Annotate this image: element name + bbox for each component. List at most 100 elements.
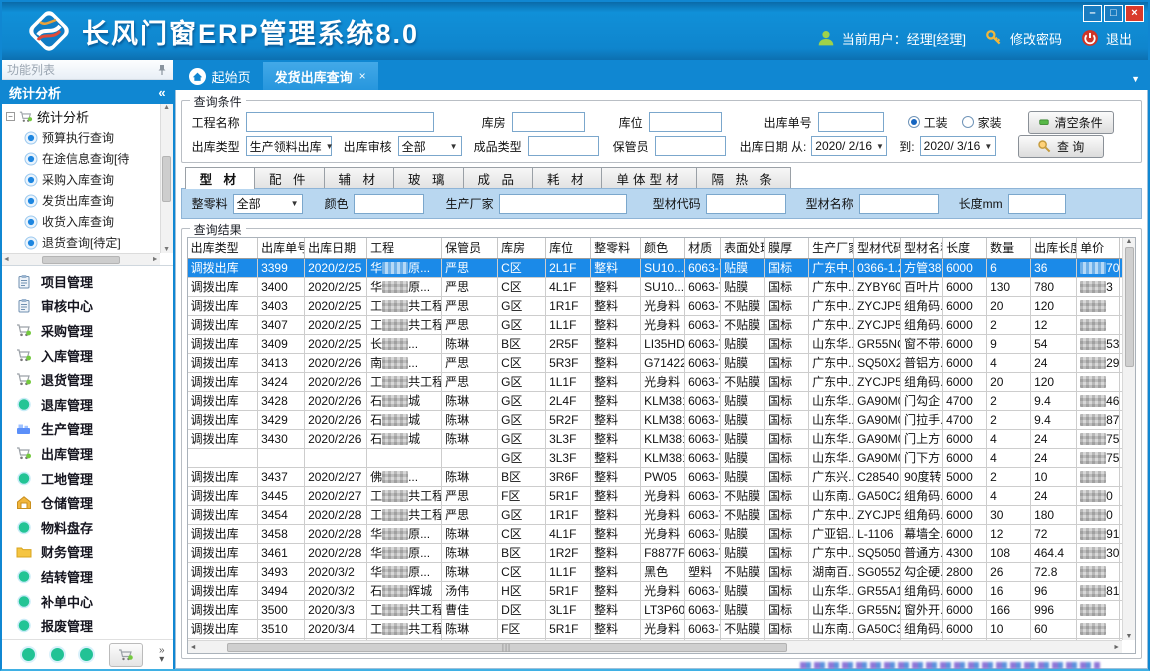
column-header[interactable]: 整零料 [591,238,641,258]
tree-root-stats[interactable]: −统计分析 [4,106,160,127]
column-header[interactable]: 膜厚 [765,238,809,258]
pin-icon[interactable] [156,64,168,76]
cart-toolbar-button[interactable] [109,643,143,667]
column-header[interactable]: 生产厂家 [809,238,854,258]
material-tab[interactable]: 配 件 [254,167,324,188]
grid-vscrollbar[interactable]: ▲▼ [1122,238,1135,640]
clear-conditions-button[interactable]: 清空条件 [1028,111,1114,134]
table-row[interactable]: 调拨出库35102020/3/4工共工程陈琳F区5R1F整料光身料6063-T5… [188,619,1122,638]
sidebar-menu-item[interactable]: 退货管理 [2,367,173,392]
sidebar-menu-item[interactable]: 工地管理 [2,466,173,491]
warehouse-input[interactable] [512,112,585,132]
length-input[interactable] [1008,194,1066,214]
table-row[interactable]: 调拨出库34302020/2/26石城陈琳G区3L3F整料KLM38176063… [188,429,1122,448]
table-row[interactable]: 调拨出库34932020/3/2华原...陈琳C区1L1F整料黑色塑料不贴膜国标… [188,562,1122,581]
tree-item[interactable]: 收货入库查询 [4,211,160,232]
sidebar-menu-item[interactable]: 审核中心 [2,294,173,319]
table-row[interactable]: 调拨出库34612020/2/28华原...陈琳B区1R2F整料F8877FT6… [188,543,1122,562]
tree-vscrollbar[interactable]: ▲▼ [160,104,173,253]
grid-hscrollbar[interactable]: ◄|||► [188,640,1122,653]
column-header[interactable]: 材质 [685,238,721,258]
whole-part-select[interactable]: 全部▼ [233,194,303,214]
sidebar-menu-item[interactable]: 物料盘存 [2,515,173,540]
tree-item[interactable]: 发货出库查询 [4,190,160,211]
column-header[interactable]: 出库长度 [1031,238,1077,258]
sidebar-menu-item[interactable]: 补单中心 [2,589,173,614]
logout-link[interactable]: 退出 [1106,29,1132,48]
sidebar-menu-item[interactable]: 结转管理 [2,564,173,589]
status-dot-icon[interactable] [22,648,35,661]
change-password-link[interactable]: 修改密码 [1010,29,1062,48]
table-row[interactable]: G区3L3F整料KLM38176063-T5贴膜国标山东华...GA90M09.… [188,448,1122,467]
keeper-input[interactable] [655,136,726,156]
tabbar-dropdown-icon[interactable]: ▼ [1131,74,1140,84]
collapse-icon[interactable]: « [158,85,165,100]
column-header[interactable]: 长度 [943,238,987,258]
column-header[interactable]: 数量 [987,238,1031,258]
location-input[interactable] [649,112,722,132]
material-tab[interactable]: 单体型材 [601,167,697,188]
order-no-input[interactable] [818,112,884,132]
sidebar-menu-item[interactable]: 生产管理 [2,417,173,442]
table-row[interactable]: 调拨出库34582020/2/28华原...陈琳C区4L1F整料光身料6063-… [188,524,1122,543]
column-header[interactable]: 颜色 [641,238,685,258]
status-dot-icon[interactable] [80,648,93,661]
material-tab[interactable]: 辅 材 [324,167,394,188]
column-header[interactable]: 单价 [1077,238,1120,258]
tree-item[interactable]: 采购入库查询 [4,169,160,190]
tree-hscrollbar[interactable]: ◄► [2,253,160,265]
column-header[interactable]: 出库单号 [258,238,305,258]
date-to-select[interactable]: 2020/ 3/16▼ [920,136,996,156]
close-tab-icon[interactable]: × [359,69,366,83]
table-row[interactable]: 调拨出库34372020/2/27佛...陈琳B区3R6F整料PW056063-… [188,467,1122,486]
product-type-input[interactable] [528,136,599,156]
table-row[interactable]: 调拨出库34032020/2/25工共工程严思G区1R1F整料光身料6063-T… [188,296,1122,315]
tree-expander-icon[interactable]: − [6,112,15,121]
column-header[interactable]: 型材名称 [901,238,943,258]
profile-code-input[interactable] [706,194,786,214]
material-tab[interactable]: 隔 热 条 [696,167,790,188]
sidebar-menu-item[interactable]: 仓储管理 [2,490,173,515]
table-row[interactable]: 调拨出库34942020/3/2石辉城汤伟H区5R1F整料光身料6063-T5贴… [188,581,1122,600]
column-header[interactable]: 表面处理 [721,238,765,258]
out-type-select[interactable]: 生产领料出库▼ [246,136,332,156]
radio-gongzhuang[interactable]: 工装 [908,114,948,131]
material-tab[interactable]: 成 品 [463,167,533,188]
material-tab[interactable]: 耗 材 [532,167,602,188]
maker-input[interactable] [499,194,627,214]
table-row[interactable]: 调拨出库34072020/2/25工共工程严思G区1L1F整料光身料6063-T… [188,315,1122,334]
radio-jiazhuang[interactable]: 家装 [962,114,1002,131]
column-header[interactable]: 库房 [498,238,546,258]
column-header[interactable]: 型材代码 [854,238,901,258]
status-dot-icon[interactable] [51,648,64,661]
search-button[interactable]: 查 询 [1018,135,1104,158]
tree-item[interactable]: 在途信息查询[待 [4,148,160,169]
table-row[interactable]: 调拨出库34092020/2/25长...陈琳B区2R5F整料LI35HD606… [188,334,1122,353]
audit-select[interactable]: 全部▼ [398,136,462,156]
sidebar-menu-item[interactable]: 报废管理 [2,613,173,638]
tree-item[interactable]: 预算执行查询 [4,127,160,148]
overflow-chevron-icon[interactable]: »▾ [159,646,165,664]
project-name-input[interactable] [246,112,434,132]
table-row[interactable]: 调拨出库34132020/2/26南...严思C区5R3F整料G71422606… [188,353,1122,372]
table-row[interactable]: 调拨出库34542020/2/28工共工程严思G区1R1F整料光身料6063-T… [188,505,1122,524]
table-row[interactable]: 调拨出库35002020/3/3工共工程曹佳D区3L1F整料LT3P606063… [188,600,1122,619]
sidebar-menu-item[interactable]: 入库管理 [2,343,173,368]
close-button[interactable]: × [1125,5,1144,22]
sidebar-menu-item[interactable]: 项目管理 [2,269,173,294]
material-tab[interactable]: 型 材 [185,167,255,189]
profile-name-input[interactable] [859,194,939,214]
sidebar-menu-item[interactable]: 采购管理 [2,318,173,343]
minimize-button[interactable]: – [1083,5,1102,22]
color-input[interactable] [354,194,424,214]
section-header-stats[interactable]: 统计分析 « [2,80,173,104]
tab-home[interactable]: 起始页 [177,62,263,90]
table-row[interactable]: 调拨出库34282020/2/26石城陈琳G区2L4F整料KLM38176063… [188,391,1122,410]
column-header[interactable]: 工程 [367,238,442,258]
table-row[interactable]: 调拨出库34292020/2/26石城陈琳G区5R2F整料KLM38176063… [188,410,1122,429]
material-tab[interactable]: 玻 璃 [393,167,463,188]
tab-shipment-query[interactable]: 发货出库查询 × [263,62,378,90]
sidebar-menu-item[interactable]: 出库管理 [2,441,173,466]
column-header[interactable]: 出库日期 [305,238,367,258]
table-row[interactable]: 调拨出库34452020/2/27工共工程严思F区5R1F整料光身料6063-T… [188,486,1122,505]
